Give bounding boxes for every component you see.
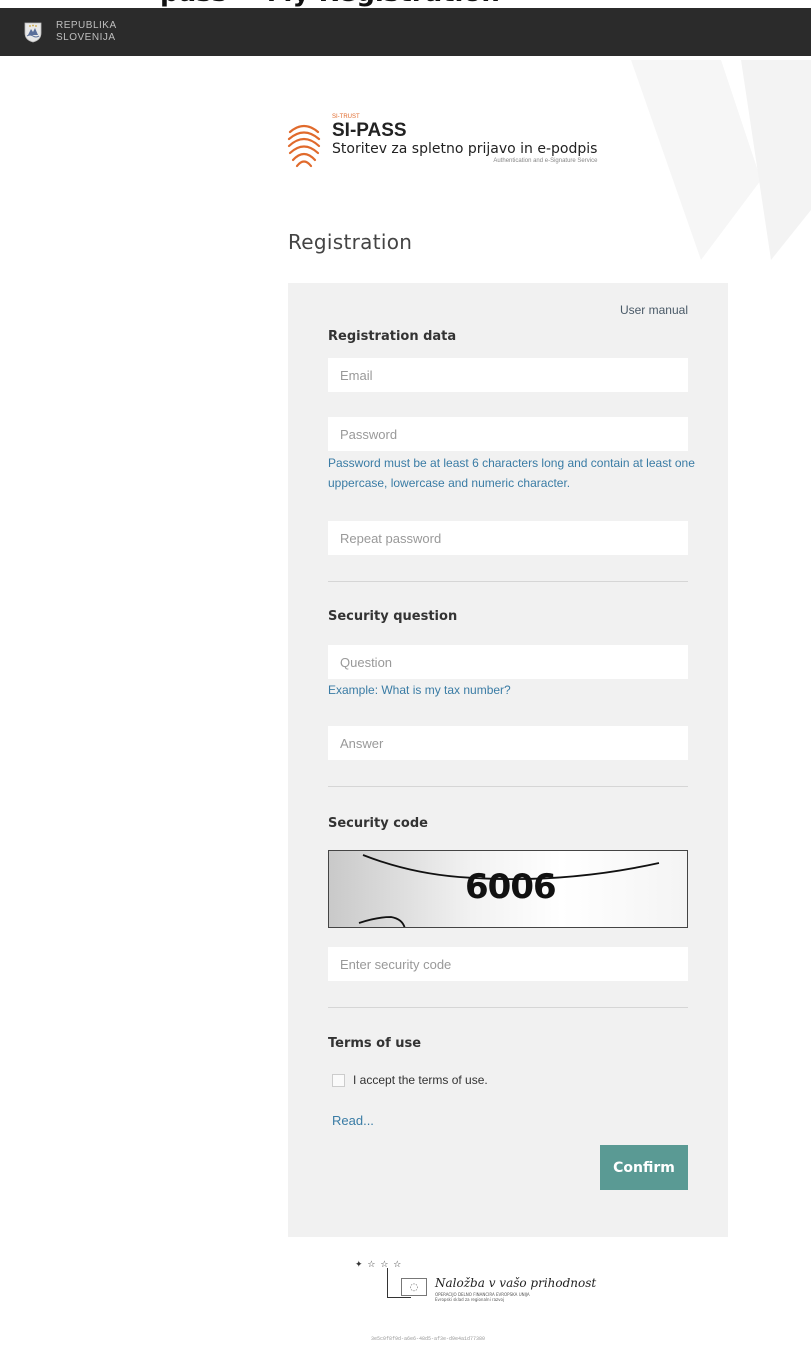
- country-name: REPUBLIKA SLOVENIJA: [56, 20, 117, 44]
- terms-title: Terms of use: [328, 1036, 422, 1051]
- eu-title: Naložba v vašo prihodnost: [435, 1276, 597, 1290]
- registration-form: User manual Registration data Password m…: [288, 283, 728, 1237]
- country-line-2: SLOVENIJA: [56, 32, 116, 43]
- caption-strip: pass -- My Registration: [0, 0, 811, 8]
- security-code-title: Security code: [328, 816, 428, 831]
- eu-funding-logo: ✦ ☆ ☆ ☆ ◌ Naložba v vašo prihodnost OPER…: [355, 1260, 615, 1315]
- logo-subtitle: Storitev za spletno prijavo in e-podpis: [332, 141, 598, 157]
- question-hint: Example: What is my tax number?: [328, 683, 511, 697]
- eu-flag-icon: ◌: [401, 1278, 427, 1296]
- country-line-1: REPUBLIKA: [56, 20, 117, 31]
- answer-field[interactable]: [328, 726, 688, 760]
- logo-text: SI-TRUST SI-PASS Storitev za spletno pri…: [332, 114, 597, 165]
- user-manual-link[interactable]: User manual: [620, 303, 688, 317]
- build-id: 3e5c0f8f9d-a6e6-48d5-af3e-d9e4a1d77380: [371, 1336, 486, 1342]
- read-terms-link[interactable]: Read...: [332, 1113, 374, 1128]
- logo-name: SI-PASS: [332, 120, 407, 141]
- caption-text: pass -- My Registration: [160, 0, 500, 8]
- eu-fund: Evropski sklad za regionalni razvoj: [435, 1297, 505, 1302]
- divider: [328, 786, 688, 787]
- top-bar: REPUBLIKA SLOVENIJA: [0, 8, 811, 56]
- slovenia-crest-icon: [24, 22, 42, 43]
- confirm-button[interactable]: Confirm: [600, 1145, 688, 1190]
- divider: [328, 581, 688, 582]
- si-pass-logo: SI-TRUST SI-PASS Storitev za spletno pri…: [286, 114, 597, 170]
- page-title: Registration: [288, 230, 413, 254]
- password-field[interactable]: [328, 417, 688, 451]
- question-field[interactable]: [328, 645, 688, 679]
- divider: [328, 1007, 688, 1008]
- page: pass -- My Registration REPUBLIKA SLOVEN…: [0, 0, 811, 1346]
- security-code-field[interactable]: [328, 947, 688, 981]
- registration-data-title: Registration data: [328, 329, 457, 344]
- accept-terms-row: I accept the terms of use.: [332, 1073, 488, 1087]
- captcha-image: 6006: [328, 850, 688, 928]
- security-question-title: Security question: [328, 609, 458, 624]
- fingerprint-icon: [287, 124, 321, 168]
- accept-terms-label[interactable]: I accept the terms of use.: [353, 1073, 488, 1087]
- email-field[interactable]: [328, 358, 688, 392]
- eu-subtitle-block: OPERACIJO DELNO FINANCIRA EVROPSKA UNIJA…: [435, 1292, 530, 1302]
- password-hint: Password must be at least 6 characters l…: [328, 456, 695, 490]
- repeat-password-field[interactable]: [328, 521, 688, 555]
- accept-terms-checkbox[interactable]: [332, 1073, 345, 1087]
- logo-tagline: Authentication and e-Signature Service: [493, 158, 598, 164]
- captcha-code: 6006: [465, 867, 557, 907]
